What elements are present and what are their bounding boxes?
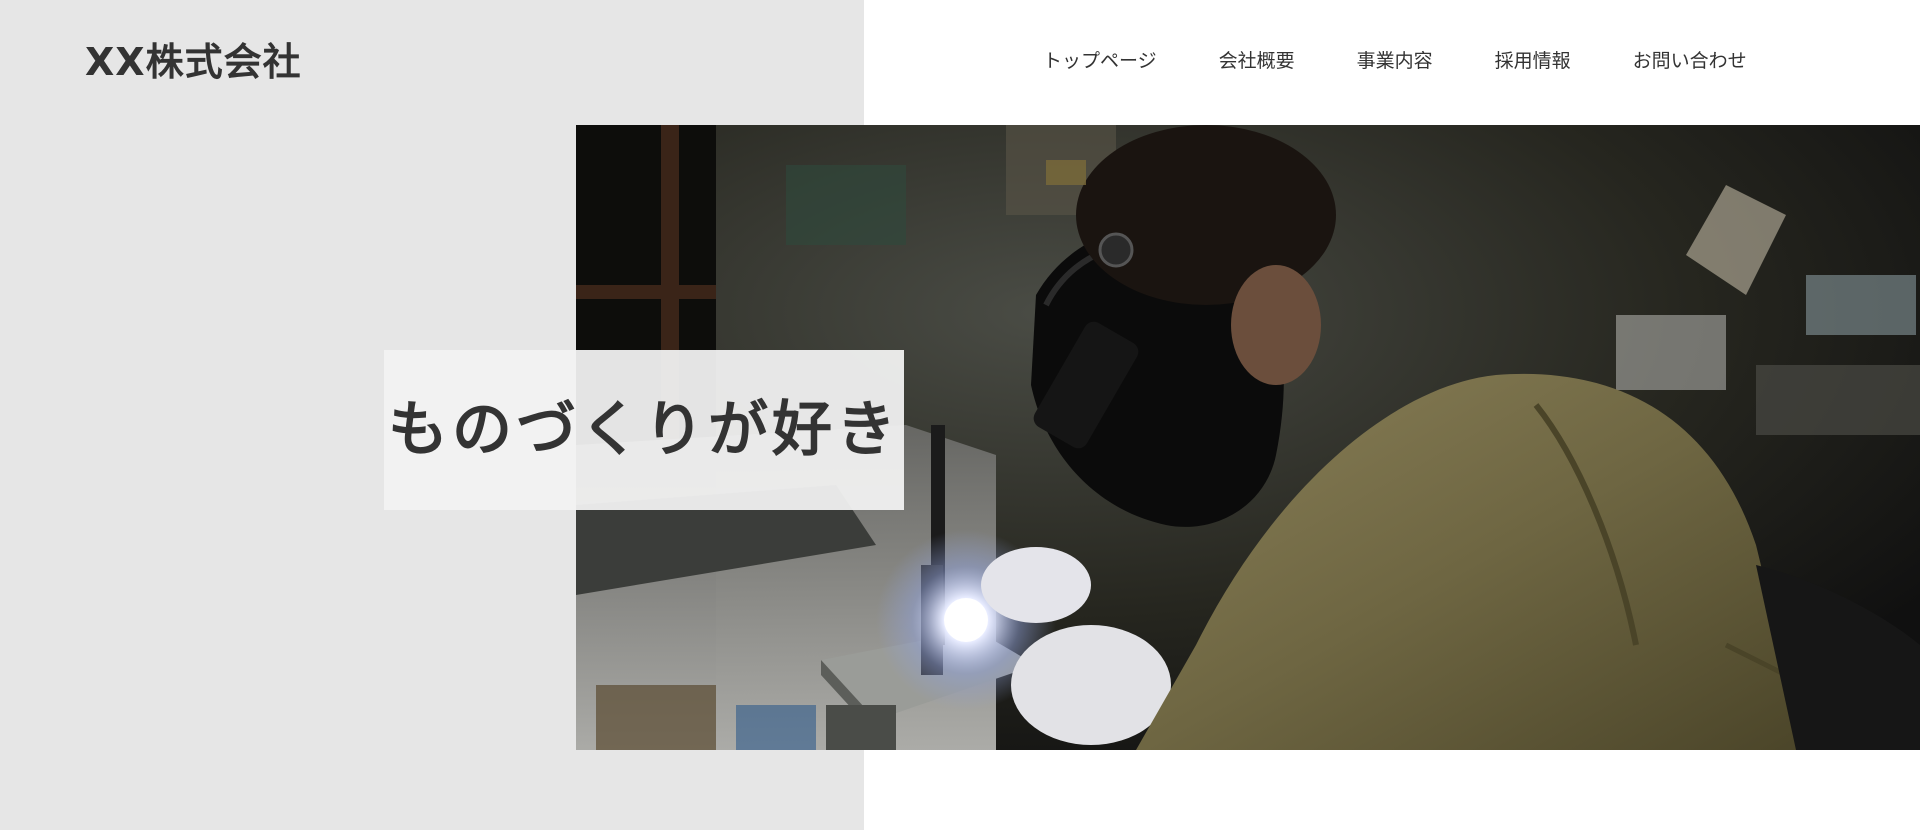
nav-item-business[interactable]: 事業内容 [1357, 46, 1433, 76]
global-nav: トップページ 会社概要 事業内容 採用情報 お問い合わせ [1043, 46, 1747, 76]
nav-item-recruit[interactable]: 採用情報 [1495, 46, 1571, 76]
site-logo[interactable]: XX株式会社 [85, 38, 302, 86]
nav-item-top[interactable]: トップページ [1043, 46, 1157, 76]
hero-tagline-box: ものづくりが好き [384, 350, 904, 510]
nav-item-company[interactable]: 会社概要 [1219, 46, 1295, 76]
hero-tagline: ものづくりが好き [388, 395, 900, 465]
nav-item-contact[interactable]: お問い合わせ [1633, 46, 1747, 76]
